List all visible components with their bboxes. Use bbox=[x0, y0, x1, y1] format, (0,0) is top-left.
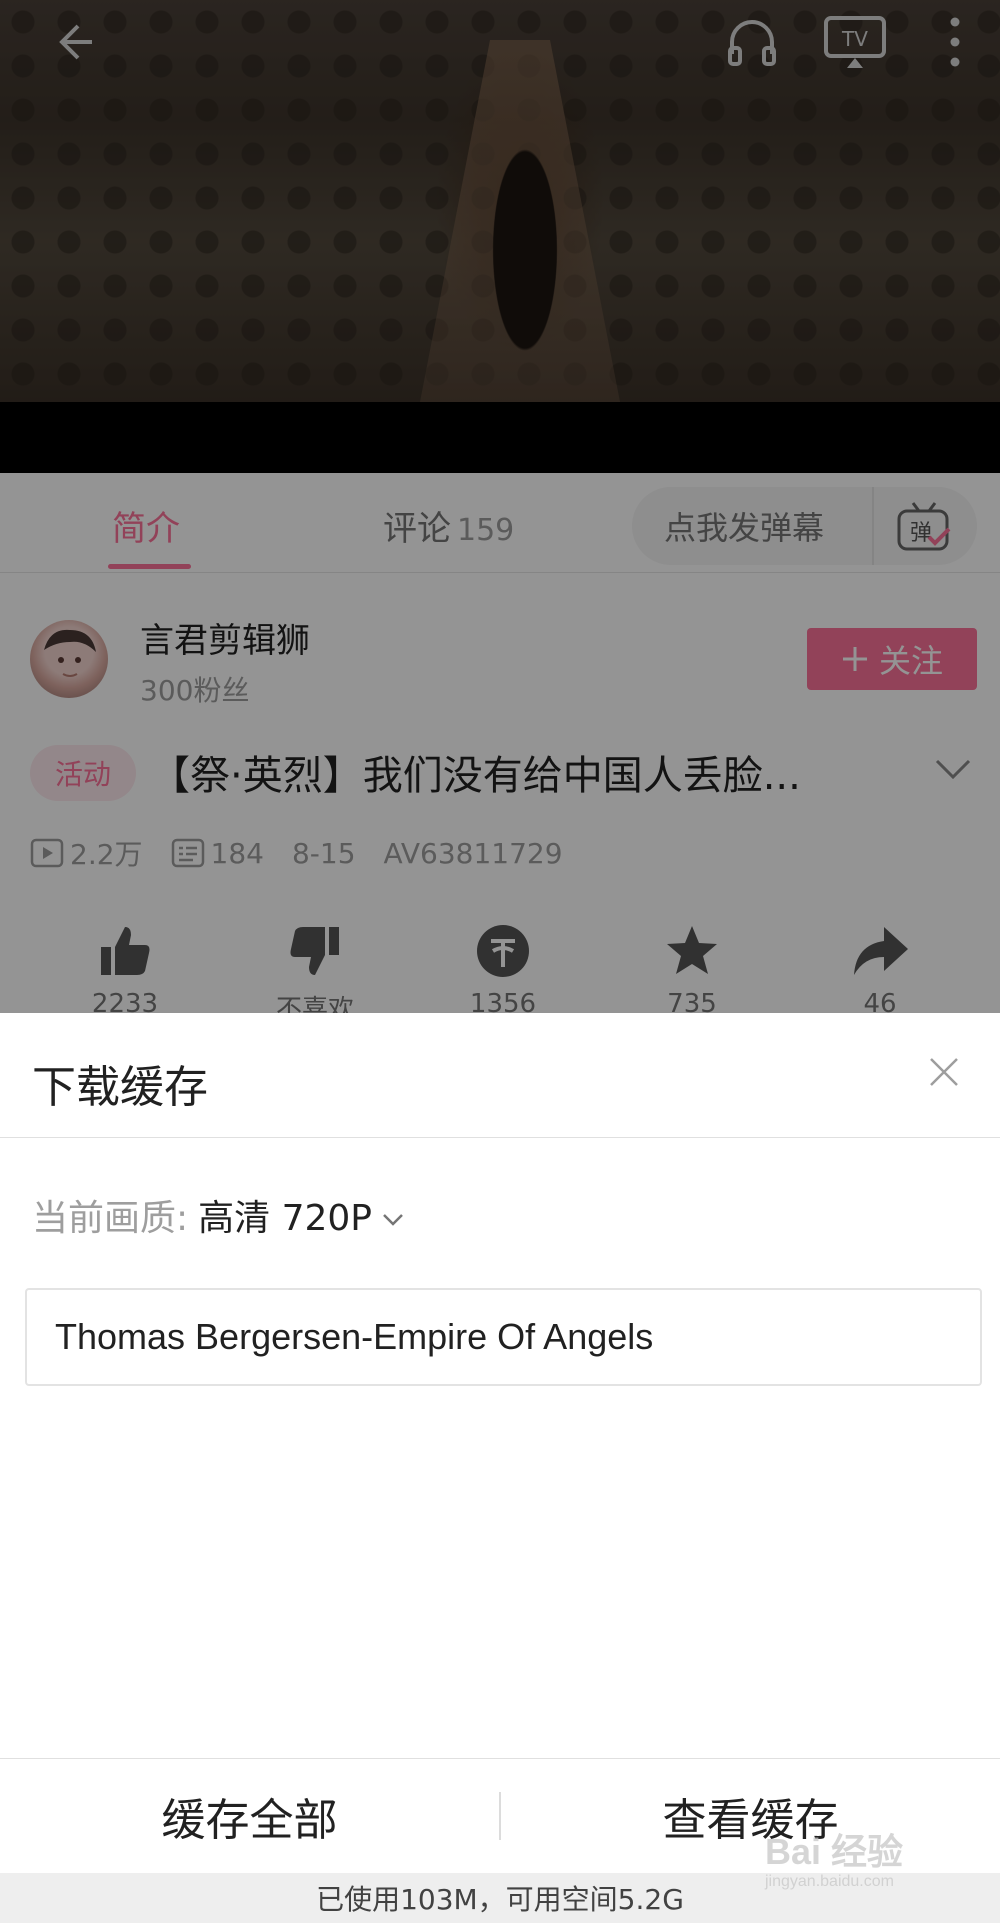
close-icon[interactable] bbox=[928, 1056, 960, 1092]
quality-value: 高清 720P bbox=[198, 1198, 373, 1239]
modal-backdrop[interactable] bbox=[0, 0, 1000, 1013]
quality-label: 当前画质: bbox=[32, 1198, 189, 1239]
sheet-header: 下载缓存 bbox=[0, 1013, 1000, 1138]
cache-all-button[interactable]: 缓存全部 bbox=[0, 1784, 499, 1848]
download-sheet: 下载缓存 当前画质: 高清 720P Thomas Bergersen-Empi… bbox=[0, 1013, 1000, 1923]
chevron-down-icon bbox=[382, 1195, 404, 1236]
quality-selector[interactable]: 当前画质: 高清 720P bbox=[32, 1189, 404, 1241]
baidu-jingyan-watermark: Bai 经验 jingyan.baidu.com bbox=[765, 1815, 965, 1905]
watermark-sub: jingyan.baidu.com bbox=[765, 1873, 894, 1890]
sheet-title: 下载缓存 bbox=[32, 1062, 208, 1113]
episode-item[interactable]: Thomas Bergersen-Empire Of Angels bbox=[25, 1288, 982, 1386]
watermark-text: Bai 经验 bbox=[765, 1831, 904, 1872]
